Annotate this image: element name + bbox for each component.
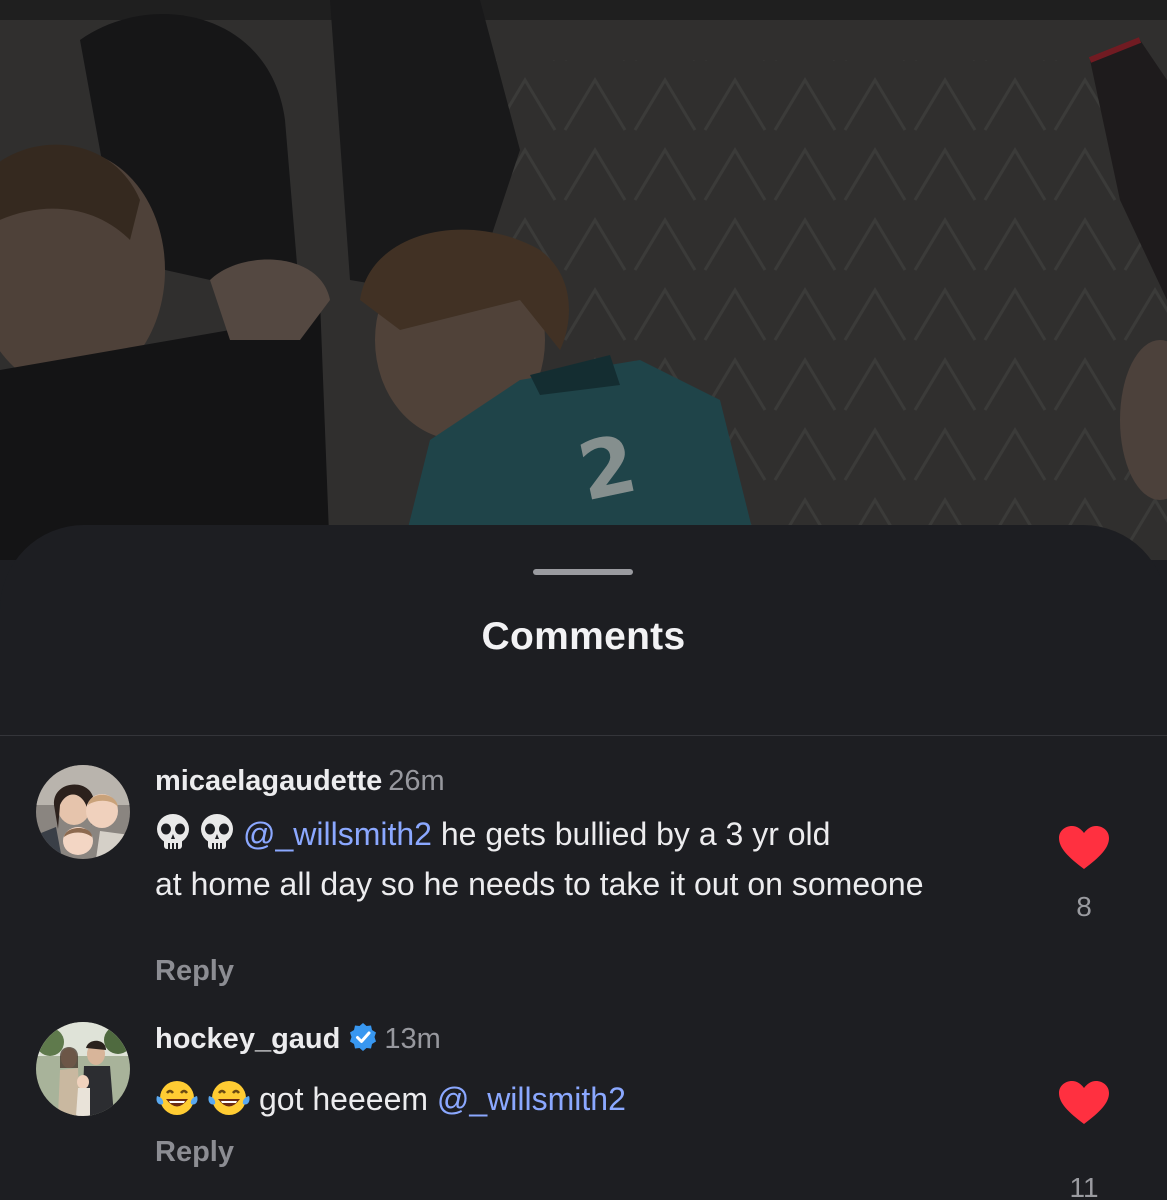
comment-text: @_willsmith2 he gets bullied by a 3 yr o… [155,813,1015,905]
video-frame-image: 2 [0,0,1167,560]
comment-meta: hockey_gaud 13m [155,1022,441,1057]
skull-emoji [155,813,191,863]
avatar-image [36,1022,130,1116]
like-count: 11 [1069,1172,1099,1200]
sheet-drag-handle[interactable] [533,569,633,575]
heart-icon [1059,1081,1109,1124]
tears-of-joy-emoji [155,1078,199,1128]
comment-text-line: he gets bullied by a 3 yr old [431,816,831,852]
avatar-image [36,765,130,859]
comment-text-rest: at home all day so he needs to take it o… [155,866,924,902]
like-button[interactable] [1058,1080,1110,1126]
sheet-title: Comments [481,615,686,658]
skull-emoji [199,813,235,863]
comment-mention[interactable]: @_willsmith2 [243,816,432,852]
comment-meta: micaelagaudette 26m [155,765,445,798]
reply-button[interactable]: Reply [155,1136,234,1169]
divider [0,735,1167,736]
like-button[interactable] [1058,825,1110,871]
avatar[interactable] [36,765,130,859]
like-count: 8 [1076,891,1092,922]
comments-sheet: Comments micaelagaudette 26m @_willsmith… [0,525,1167,1200]
app-screen: 2 Comments micaelagaudette 26m @_willsmi… [0,0,1167,1200]
comment-time: 26m [388,765,445,797]
comment-time: 13m [384,1023,441,1055]
comment-username[interactable]: micaelagaudette [155,765,382,797]
heart-icon [1059,826,1109,869]
verified-badge-icon [348,1022,378,1057]
comment-text-line: got heeeem [259,1081,437,1117]
video-background: 2 [0,0,1167,560]
comment-text: got heeeem @_willsmith2 [155,1078,1015,1128]
reply-button[interactable]: Reply [155,955,234,988]
avatar[interactable] [36,1022,130,1116]
comment-mention[interactable]: @_willsmith2 [437,1081,626,1117]
tears-of-joy-emoji [207,1078,251,1128]
comment-username[interactable]: hockey_gaud [155,1023,340,1055]
